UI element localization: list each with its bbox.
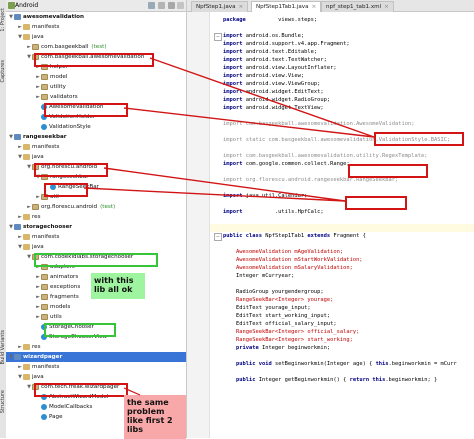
arrow-florescu-package: [103, 167, 346, 202]
arrow-wizardpager: [123, 387, 141, 396]
annotation-arrows: [83, 57, 375, 396]
arrow-awesomevalidation-class: [123, 107, 375, 138]
arrow-awesomevalidation-package: [149, 57, 375, 138]
arrow-rangeseekbar-class: [83, 187, 346, 202]
